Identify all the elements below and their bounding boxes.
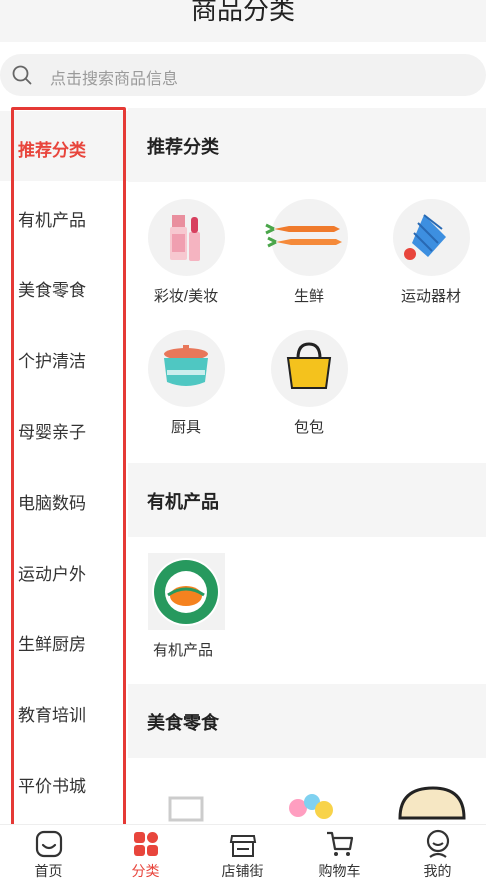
sidebar-item-outdoor-sports[interactable]: 运动户外 bbox=[0, 535, 128, 605]
profile-icon bbox=[426, 829, 450, 858]
tab-label: 分类 bbox=[131, 863, 160, 879]
tab-profile[interactable]: 我的 bbox=[389, 825, 486, 882]
sidebar-item-organic[interactable]: 有机产品 bbox=[0, 181, 128, 251]
sidebar-item-label: 教育培训 bbox=[18, 706, 86, 725]
store-icon bbox=[229, 835, 257, 857]
category-bags[interactable]: 包包 bbox=[254, 330, 364, 450]
sidebar-item-label: 个护清洁 bbox=[18, 352, 86, 371]
home-icon bbox=[35, 830, 63, 858]
section-header-organic: 有机产品 bbox=[128, 463, 486, 537]
sidebar-item-mother-baby[interactable]: 母婴亲子 bbox=[0, 393, 128, 463]
tab-label: 购物车 bbox=[318, 863, 361, 879]
sidebar-item-label: 电脑数码 bbox=[18, 494, 86, 513]
category-kitchenware[interactable]: 厨具 bbox=[131, 330, 241, 450]
sidebar-item-label: 有机产品 bbox=[18, 211, 86, 230]
sidebar-item-label: 平价书城 bbox=[18, 777, 86, 796]
food-item-partial-icons bbox=[168, 786, 466, 822]
category-sports-equipment[interactable]: 运动器材 bbox=[376, 199, 486, 319]
sidebar-item-personal-care[interactable]: 个护清洁 bbox=[0, 322, 128, 392]
sidebar-item-label: 运动户外 bbox=[18, 565, 86, 584]
category-label: 生鲜 bbox=[293, 288, 324, 305]
category-fresh[interactable]: 生鲜 bbox=[254, 199, 364, 319]
category-label: 彩妆/美妆 bbox=[153, 288, 219, 305]
category-label: 厨具 bbox=[170, 419, 201, 436]
bag-icon bbox=[286, 342, 332, 389]
category-content: 推荐分类 彩妆/美妆 生鲜 运动器材 厨具 包包 有机产品 有机产品 美食零食 bbox=[128, 108, 486, 824]
shuttlecock-icon bbox=[404, 214, 446, 260]
tab-category[interactable]: 分类 bbox=[97, 825, 194, 882]
bottom-tab-bar: 首页 分类 店铺街 购物车 我的 bbox=[0, 824, 486, 882]
pot-icon bbox=[164, 345, 208, 386]
category-icon bbox=[134, 832, 158, 856]
sidebar-item-books[interactable]: 平价书城 bbox=[0, 747, 128, 817]
category-cosmetics[interactable]: 彩妆/美妆 bbox=[131, 199, 241, 319]
sidebar-item-label: 生鲜厨房 bbox=[18, 635, 86, 654]
page-title: 商品分类 bbox=[190, 0, 295, 25]
cosmetics-icon bbox=[170, 215, 200, 261]
tab-home[interactable]: 首页 bbox=[0, 825, 97, 882]
section-title: 美食零食 bbox=[147, 713, 219, 733]
sidebar-item-recommended[interactable]: 推荐分类 bbox=[0, 111, 128, 181]
category-label: 包包 bbox=[293, 419, 324, 436]
header: 商品分类 bbox=[0, 0, 486, 42]
organic-logo-icon bbox=[152, 558, 220, 626]
section-header-recommended: 推荐分类 bbox=[128, 108, 486, 182]
search-icon bbox=[12, 65, 32, 85]
sidebar-item-food-snacks[interactable]: 美食零食 bbox=[0, 251, 128, 321]
search-placeholder: 点击搜索商品信息 bbox=[50, 71, 179, 88]
category-organic-products[interactable]: 有机产品 bbox=[128, 553, 238, 673]
category-label: 有机产品 bbox=[152, 642, 213, 659]
sidebar-item-computers[interactable]: 电脑数码 bbox=[0, 464, 128, 534]
category-label: 运动器材 bbox=[400, 288, 461, 305]
sidebar-item-label: 推荐分类 bbox=[18, 141, 86, 160]
sidebar-item-label: 美食零食 bbox=[18, 281, 86, 300]
sidebar-item-fresh-kitchen[interactable]: 生鲜厨房 bbox=[0, 605, 128, 675]
sidebar-item-education[interactable]: 教育培训 bbox=[0, 676, 128, 746]
carrot-icon bbox=[265, 223, 342, 248]
tab-label: 店铺街 bbox=[221, 863, 264, 879]
tab-store-street[interactable]: 店铺街 bbox=[194, 825, 291, 882]
tab-label: 首页 bbox=[34, 863, 63, 879]
sidebar-item-label: 母婴亲子 bbox=[18, 423, 86, 442]
section-title: 推荐分类 bbox=[147, 137, 219, 157]
cart-icon bbox=[327, 831, 354, 856]
tab-cart[interactable]: 购物车 bbox=[291, 825, 388, 882]
search-bar-container: 点击搜索商品信息 bbox=[0, 42, 486, 108]
section-header-food-snacks: 美食零食 bbox=[128, 684, 486, 758]
tab-label: 我的 bbox=[423, 863, 452, 879]
category-sidebar: 推荐分类 有机产品 美食零食 个护清洁 母婴亲子 电脑数码 运动户外 生鲜厨房 … bbox=[0, 108, 128, 824]
search-input[interactable]: 点击搜索商品信息 bbox=[0, 54, 486, 96]
section-title: 有机产品 bbox=[147, 492, 219, 512]
